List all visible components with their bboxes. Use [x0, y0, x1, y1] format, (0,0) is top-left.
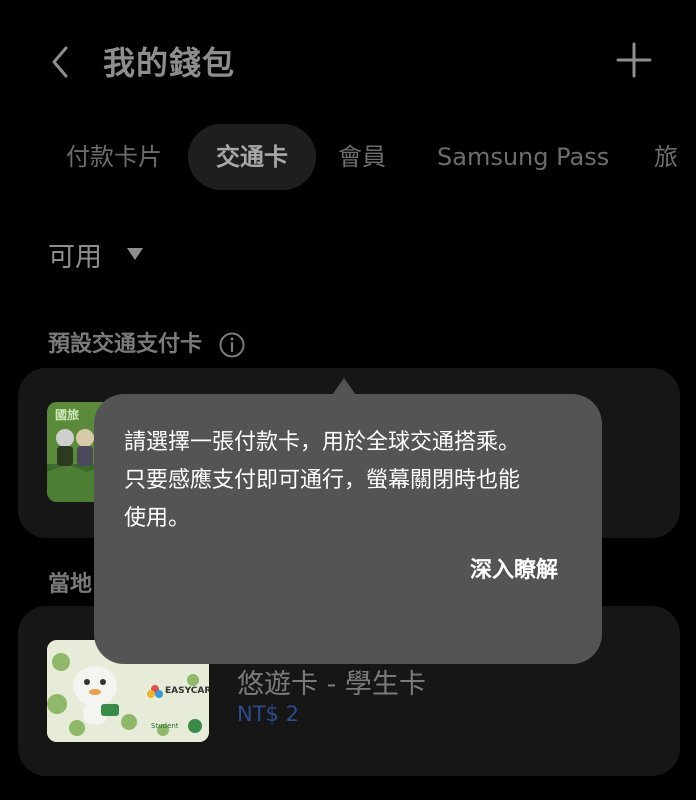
plus-icon: [616, 42, 652, 78]
learn-more-link[interactable]: 深入瞭解: [470, 552, 558, 584]
student-badge: Student: [151, 722, 179, 730]
transit-info-tooltip: 請選擇一張付款卡，用於全球交通搭乘。 只要感應支付即可通行，螢幕關閉時也能 使用…: [94, 394, 602, 664]
tab-membership[interactable]: 會員: [338, 124, 386, 190]
app-header: 我的錢包: [0, 32, 696, 92]
local-section-title: 當地: [48, 572, 93, 597]
back-button[interactable]: [40, 40, 80, 84]
caret-down-icon: [127, 248, 143, 260]
tab-transit-cards[interactable]: 交通卡: [188, 124, 316, 190]
filter-label: 可用: [48, 241, 102, 273]
add-button[interactable]: [612, 38, 656, 82]
availability-filter[interactable]: 可用: [48, 232, 144, 276]
page-title: 我的錢包: [103, 44, 236, 82]
tooltip-line-1: 請選擇一張付款卡，用於全球交通搭乘。: [124, 430, 521, 455]
category-tabs: 付款卡片 交通卡 會員 Samsung Pass 旅: [0, 124, 696, 190]
tab-samsung-pass[interactable]: Samsung Pass: [437, 124, 609, 190]
tab-payment-cards[interactable]: 付款卡片: [66, 124, 162, 190]
tooltip-line-2: 只要感應支付即可通行，螢幕關閉時也能: [124, 468, 521, 493]
tooltip-line-3: 使用。: [124, 506, 191, 531]
default-transit-section-title: 預設交通支付卡: [48, 326, 246, 359]
tab-travel[interactable]: 旅: [654, 124, 678, 190]
info-icon[interactable]: [218, 331, 246, 359]
chevron-left-icon: [52, 46, 68, 78]
easycard-brand: EASYCARD: [165, 686, 209, 696]
card-balance: NT$ 2: [237, 702, 299, 726]
card-thumb-label: 國旅: [55, 408, 80, 422]
card-name: 悠遊卡 - 學生卡: [237, 669, 426, 700]
